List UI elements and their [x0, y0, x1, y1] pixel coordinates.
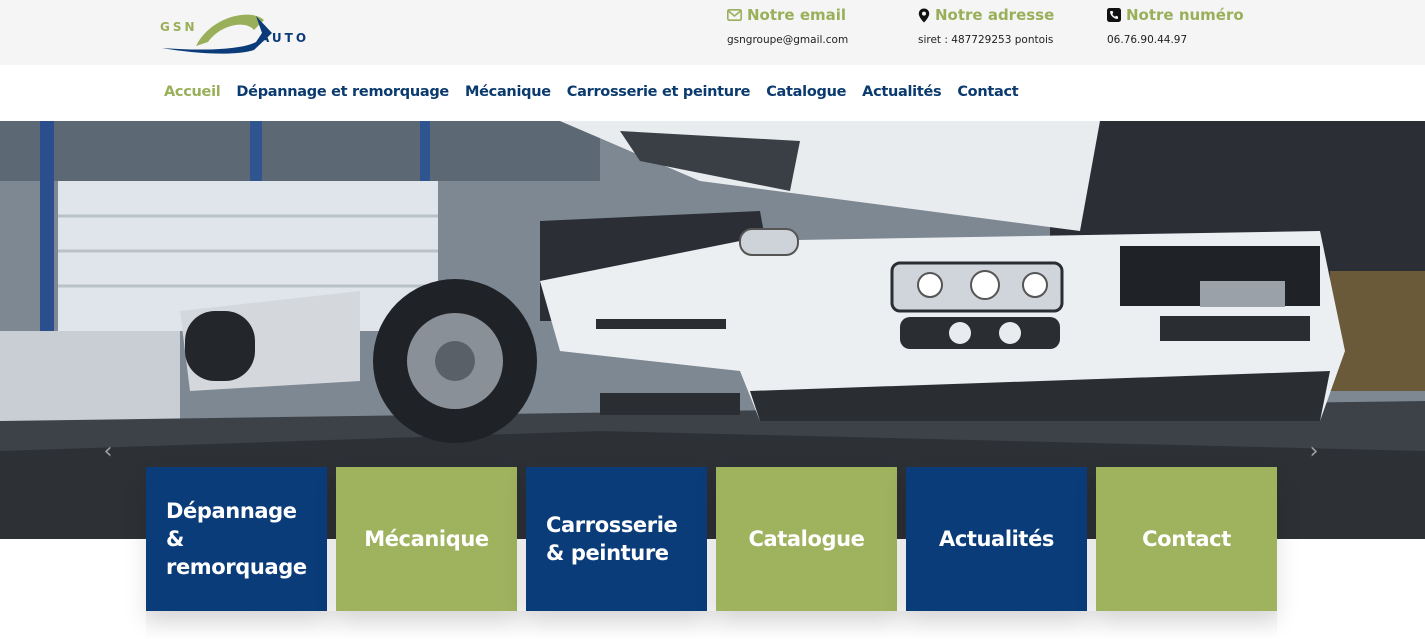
tile-catalogue[interactable]: Catalogue	[716, 467, 897, 611]
nav-item-depannage[interactable]: Dépannage et remorquage	[236, 84, 449, 100]
nav-menu: Accueil Dépannage et remorquage Mécaniqu…	[164, 84, 1019, 100]
chevron-right-icon: ›	[1309, 438, 1319, 464]
logo-text-gsn: GSN	[160, 20, 198, 34]
email-label: Notre email	[747, 6, 847, 24]
gsn-auto-logo[interactable]: GSN AUTO	[156, 6, 316, 58]
slider-prev-arrow[interactable]: ‹	[96, 438, 120, 464]
tile-line: &	[166, 527, 184, 551]
tile-actualites-label: Actualités	[938, 527, 1055, 551]
nav-item-accueil[interactable]: Accueil	[164, 84, 221, 100]
tile-carrosserie[interactable]: Carrosserie & peinture	[526, 467, 707, 611]
email-value[interactable]: gsngroupe@gmail.com	[727, 34, 848, 46]
envelope-icon	[727, 9, 742, 21]
map-pin-icon	[918, 8, 930, 22]
phone-icon	[1107, 8, 1121, 22]
tile-contact[interactable]: Contact	[1096, 467, 1277, 611]
tile-mecanique[interactable]: Mécanique	[336, 467, 517, 611]
tile-line: Dépannage	[166, 499, 297, 523]
tile-depannage[interactable]: Dépannage & remorquage	[146, 467, 327, 611]
tile-line: & peinture	[546, 541, 669, 565]
phone-label: Notre numéro	[1126, 6, 1244, 24]
tile-line: remorquage	[166, 555, 307, 579]
nav-item-mecanique[interactable]: Mécanique	[465, 84, 551, 100]
contact-phone: Notre numéro 06.76.90.44.97	[1107, 6, 1244, 46]
chevron-left-icon: ‹	[103, 438, 113, 464]
nav-item-actualites[interactable]: Actualités	[862, 84, 942, 100]
address-value: siret : 487729253 pontois	[918, 34, 1054, 46]
nav-item-contact[interactable]: Contact	[957, 84, 1018, 100]
main-nav: Accueil Dépannage et remorquage Mécaniqu…	[0, 65, 1425, 121]
service-tiles: Dépannage & remorquage Mécanique Carross…	[146, 467, 1277, 611]
tile-carrosserie-label: Carrosserie & peinture	[546, 511, 678, 567]
contact-address: Notre adresse siret : 487729253 pontois	[918, 6, 1054, 46]
tile-catalogue-label: Catalogue	[748, 527, 865, 551]
tile-line: Carrosserie	[546, 513, 678, 537]
phone-value[interactable]: 06.76.90.44.97	[1107, 34, 1244, 46]
tile-actualites[interactable]: Actualités	[906, 467, 1087, 611]
contact-email: Notre email gsngroupe@gmail.com	[727, 6, 848, 46]
logo-text-auto: AUTO	[260, 31, 310, 45]
nav-item-catalogue[interactable]: Catalogue	[766, 84, 846, 100]
tile-mecanique-label: Mécanique	[364, 527, 489, 551]
tiles-shadow	[146, 611, 1277, 639]
address-label: Notre adresse	[935, 6, 1055, 24]
tile-contact-label: Contact	[1142, 527, 1231, 551]
top-bar: GSN AUTO Notre email gsngroupe@gmail.com…	[0, 0, 1425, 65]
tile-depannage-label: Dépannage & remorquage	[166, 497, 307, 581]
slider-next-arrow[interactable]: ›	[1302, 438, 1326, 464]
nav-item-carrosserie[interactable]: Carrosserie et peinture	[567, 84, 751, 100]
